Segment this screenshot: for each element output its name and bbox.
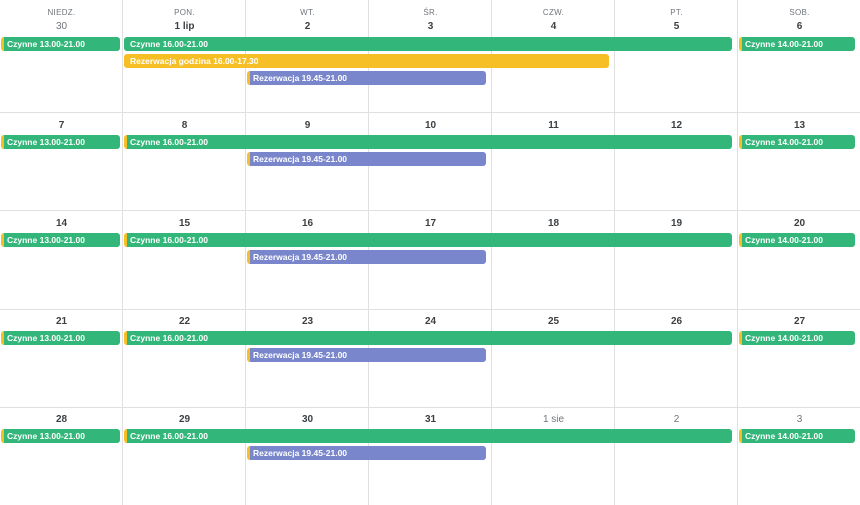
- event-reservation[interactable]: Rezerwacja 19.45-21.00: [247, 71, 486, 85]
- day-number[interactable]: 20: [738, 218, 860, 229]
- event-weekday-hours[interactable]: Czynne 16.00-21.00: [124, 37, 732, 51]
- day-number[interactable]: 22: [123, 316, 246, 327]
- grid-line: [0, 309, 860, 310]
- day-number[interactable]: 12: [615, 120, 738, 131]
- day-number[interactable]: 7: [0, 120, 123, 131]
- event-weekday-hours[interactable]: Czynne 16.00-21.00: [124, 429, 732, 443]
- grid-line: [737, 0, 738, 505]
- event-saturday-hours[interactable]: Czynne 14.00-21.00: [739, 429, 855, 443]
- day-number[interactable]: 5: [615, 21, 738, 32]
- day-number[interactable]: 1 sie: [492, 414, 615, 425]
- event-reservation[interactable]: Rezerwacja 19.45-21.00: [247, 446, 486, 460]
- day-number[interactable]: 28: [0, 414, 123, 425]
- day-number[interactable]: 25: [492, 316, 615, 327]
- day-number[interactable]: 18: [492, 218, 615, 229]
- event-saturday-hours[interactable]: Czynne 14.00-21.00: [739, 37, 855, 51]
- day-number[interactable]: 6: [738, 21, 860, 32]
- day-number[interactable]: 14: [0, 218, 123, 229]
- event-reservation[interactable]: Rezerwacja 19.45-21.00: [247, 250, 486, 264]
- day-number[interactable]: 2: [246, 21, 369, 32]
- day-number[interactable]: 21: [0, 316, 123, 327]
- day-number[interactable]: 17: [369, 218, 492, 229]
- event-sunday-hours[interactable]: Czynne 13.00-21.00: [1, 135, 120, 149]
- grid-line: [122, 0, 123, 505]
- weekday-friday: PT.: [670, 8, 683, 17]
- day-number[interactable]: 11: [492, 120, 615, 131]
- day-number[interactable]: 4: [492, 21, 615, 32]
- day-number[interactable]: 23: [246, 316, 369, 327]
- event-weekday-hours[interactable]: Czynne 16.00-21.00: [124, 331, 732, 345]
- event-sunday-hours[interactable]: Czynne 13.00-21.00: [1, 331, 120, 345]
- day-number[interactable]: 1 lip: [123, 21, 246, 32]
- day-number[interactable]: 10: [369, 120, 492, 131]
- weekday-tuesday: WT.: [300, 8, 315, 17]
- event-sunday-hours[interactable]: Czynne 13.00-21.00: [1, 37, 120, 51]
- event-weekday-hours[interactable]: Czynne 16.00-21.00: [124, 233, 732, 247]
- event-saturday-hours[interactable]: Czynne 14.00-21.00: [739, 331, 855, 345]
- event-sunday-hours[interactable]: Czynne 13.00-21.00: [1, 233, 120, 247]
- day-number[interactable]: 30: [246, 414, 369, 425]
- weekday-saturday: SOB.: [789, 8, 810, 17]
- weekday-monday: PON.: [174, 8, 195, 17]
- day-number[interactable]: 29: [123, 414, 246, 425]
- event-special-reservation[interactable]: Rezerwacja godzina 16.00-17.30: [124, 54, 609, 68]
- day-number[interactable]: 15: [123, 218, 246, 229]
- day-number[interactable]: 24: [369, 316, 492, 327]
- event-saturday-hours[interactable]: Czynne 14.00-21.00: [739, 233, 855, 247]
- weekday-thursday: CZW.: [542, 8, 565, 17]
- day-number[interactable]: 30: [0, 21, 123, 32]
- month-calendar: NIEDZ. PON. WT. ŚR. CZW. PT. SOB. 30 1 l…: [0, 0, 860, 505]
- day-number[interactable]: 19: [615, 218, 738, 229]
- day-number[interactable]: 3: [369, 21, 492, 32]
- grid-line: [0, 210, 860, 211]
- weekday-sunday: NIEDZ.: [47, 8, 76, 17]
- day-number[interactable]: 31: [369, 414, 492, 425]
- day-number[interactable]: 16: [246, 218, 369, 229]
- event-sunday-hours[interactable]: Czynne 13.00-21.00: [1, 429, 120, 443]
- day-number[interactable]: 3: [738, 414, 860, 425]
- event-reservation[interactable]: Rezerwacja 19.45-21.00: [247, 348, 486, 362]
- event-reservation[interactable]: Rezerwacja 19.45-21.00: [247, 152, 486, 166]
- grid-line: [0, 112, 860, 113]
- grid-line: [0, 407, 860, 408]
- day-number[interactable]: 9: [246, 120, 369, 131]
- event-weekday-hours[interactable]: Czynne 16.00-21.00: [124, 135, 732, 149]
- weekday-wednesday: ŚR.: [423, 8, 438, 17]
- day-number[interactable]: 27: [738, 316, 860, 327]
- day-number[interactable]: 8: [123, 120, 246, 131]
- day-number[interactable]: 13: [738, 120, 860, 131]
- day-number[interactable]: 2: [615, 414, 738, 425]
- event-saturday-hours[interactable]: Czynne 14.00-21.00: [739, 135, 855, 149]
- day-number[interactable]: 26: [615, 316, 738, 327]
